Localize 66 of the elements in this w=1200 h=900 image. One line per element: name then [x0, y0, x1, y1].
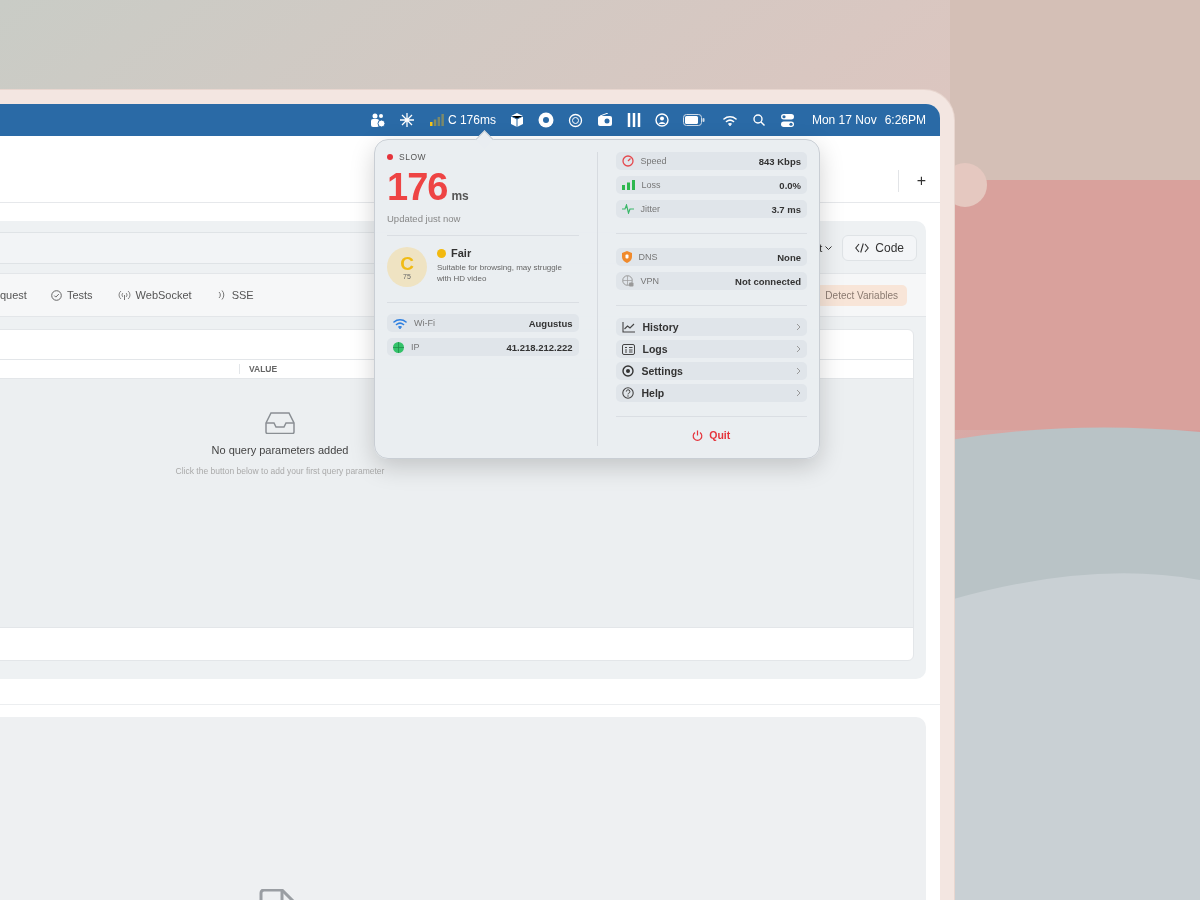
control-center-icon	[780, 113, 794, 127]
chevron-down-icon	[825, 245, 833, 251]
menu-bar-date: Mon 17 Nov	[811, 113, 877, 127]
empty-state-title: No query parameters added	[211, 444, 349, 456]
chevron-right-icon	[796, 323, 801, 331]
tab[interactable]: Tests	[50, 289, 93, 301]
menu-item[interactable]: Settings	[615, 362, 807, 380]
latency-unit: ms	[451, 189, 469, 203]
speed-row: Speed 843 Kbps	[615, 152, 807, 170]
globe-icon	[393, 341, 404, 353]
target-icon	[537, 112, 554, 128]
shield-icon	[621, 251, 632, 263]
grade-label: Fair	[451, 247, 472, 259]
antenna-icon	[117, 290, 131, 300]
loss-row: Loss 0.0%	[615, 176, 807, 194]
tab[interactable]: WebSocket	[117, 289, 192, 301]
chevron-right-icon	[796, 367, 801, 375]
quit-button[interactable]: Quit	[692, 429, 731, 441]
line-chart-icon	[621, 321, 635, 333]
menu-item[interactable]: Logs	[615, 340, 807, 358]
chevron-right-icon	[796, 389, 801, 397]
updated-text: Updated just now	[387, 213, 462, 224]
code-button[interactable]: Code	[842, 235, 917, 261]
menu-item[interactable]: Help	[615, 384, 807, 402]
inbox-icon	[265, 412, 295, 434]
dns-row: DNS None	[615, 248, 807, 266]
vpn-row: VPN Not connected	[615, 272, 807, 290]
menu-item[interactable]: History	[615, 318, 807, 336]
tab[interactable]: quest	[0, 289, 27, 301]
tab[interactable]: SSE	[216, 289, 254, 301]
sparkle-icon	[399, 113, 414, 127]
pulse-icon	[621, 204, 634, 214]
search-icon	[752, 114, 765, 126]
user-circle-icon	[654, 113, 669, 127]
empty-state-hint: Click the button below to add your first query parameter	[175, 466, 385, 476]
code-icon	[855, 243, 870, 253]
gear-icon	[621, 365, 634, 377]
people-icon	[369, 112, 386, 128]
power-icon	[692, 429, 704, 441]
globe-lock-icon	[621, 275, 634, 287]
chevron-right-icon	[796, 345, 801, 353]
gauge-icon	[621, 155, 634, 167]
status-dot	[387, 154, 393, 160]
list-icon	[621, 343, 635, 355]
radio-icon	[596, 113, 613, 127]
latency-status[interactable]: C 176ms	[447, 113, 496, 127]
dropdown-label[interactable]: t	[819, 242, 823, 254]
new-tab-button[interactable]: +	[916, 172, 926, 190]
cube-icon	[509, 113, 524, 127]
column-header: VALUE	[249, 364, 278, 374]
battery-icon	[682, 114, 705, 126]
wifi-icon	[722, 114, 737, 126]
jitter-row: Jitter 3.7 ms	[615, 200, 807, 218]
signal-waves-icon	[216, 290, 227, 300]
check-circle-icon	[50, 289, 62, 301]
wifi-row: Wi-Fi Augustus	[387, 314, 579, 332]
grade-description: Suitable for browsing, may struggle with HD video	[437, 262, 562, 284]
wifi-icon	[393, 317, 407, 329]
latency-value: 176	[387, 166, 448, 209]
warning-dot-icon	[437, 248, 446, 258]
ip-row: IP 41.218.212.222	[387, 338, 579, 356]
status-label: SLOW	[399, 152, 427, 162]
signal-bars-icon	[621, 180, 635, 190]
signal-icon	[429, 114, 444, 126]
help-icon	[621, 387, 634, 399]
menu-bar-time: 6:26PM	[884, 113, 926, 127]
